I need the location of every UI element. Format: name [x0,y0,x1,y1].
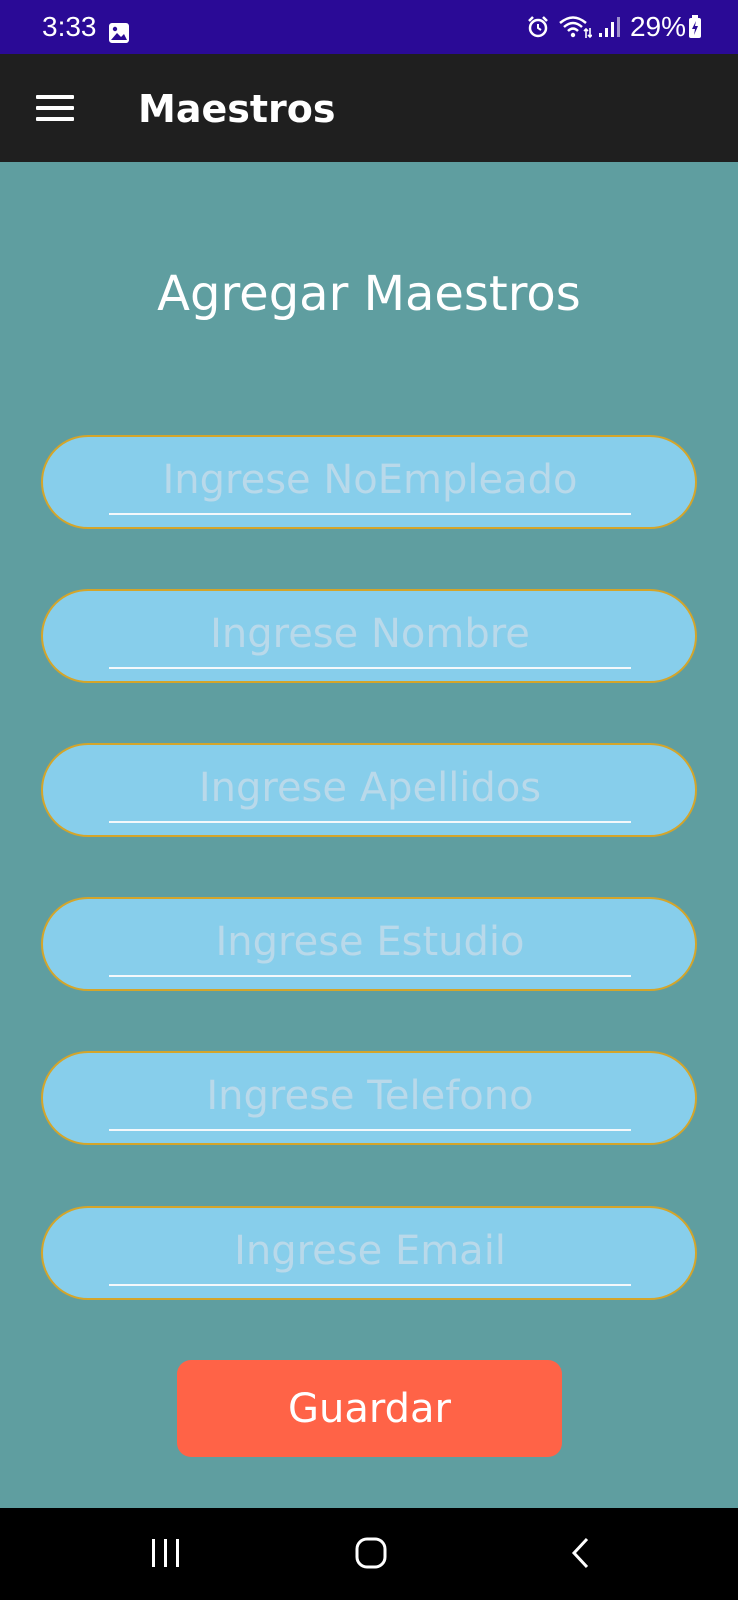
email-input[interactable] [109,1218,631,1286]
status-time: 3:33 [42,11,97,42]
battery-charging-icon [689,15,701,38]
app-bar: Maestros [0,54,738,162]
save-button[interactable]: Guardar [177,1360,562,1457]
recent-apps-button[interactable] [136,1528,196,1580]
back-icon [571,1537,589,1569]
home-icon [355,1537,387,1569]
back-button[interactable] [550,1528,610,1580]
apellidos-input[interactable] [109,755,631,823]
battery-level: 29% [629,11,686,42]
hamburger-menu-icon[interactable] [36,94,74,122]
field-telefono [41,1051,697,1145]
app-title: Maestros [138,87,336,131]
field-nombre [41,589,697,683]
field-no-empleado [41,435,697,529]
signal-icon [598,17,620,37]
home-button[interactable] [341,1528,401,1580]
no-empleado-input[interactable] [109,447,631,515]
wifi-icon [559,16,592,39]
field-email [41,1206,697,1300]
estudio-input[interactable] [109,909,631,977]
page-heading: Agregar Maestros [157,266,581,322]
status-indicators: 29% [526,9,702,45]
field-estudio [41,897,697,991]
field-apellidos [41,743,697,837]
system-nav-bar [0,1508,738,1600]
gallery-icon [109,23,129,43]
telefono-input[interactable] [109,1063,631,1131]
status-bar: 3:33 29% [0,0,738,54]
alarm-icon [528,16,548,38]
recent-apps-icon [152,1539,179,1567]
nombre-input[interactable] [109,601,631,669]
